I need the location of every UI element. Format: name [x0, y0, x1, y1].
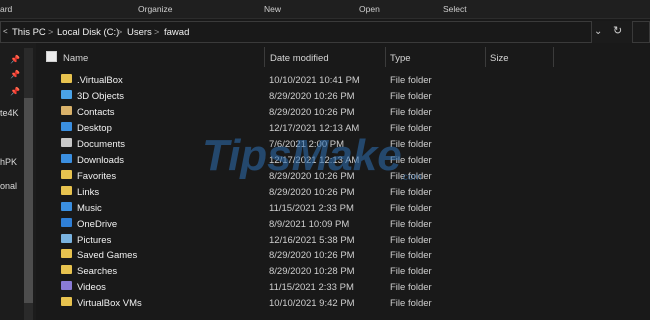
- file-date-modified: 8/29/2020 10:26 PM: [269, 106, 355, 118]
- nav-item-label[interactable]: hPK: [0, 157, 17, 167]
- file-date-modified: 8/29/2020 10:28 PM: [269, 266, 355, 278]
- videos-icon: [61, 281, 72, 291]
- file-name: Pictures: [77, 234, 112, 246]
- file-date-modified: 12/16/2021 5:38 PM: [269, 234, 355, 246]
- ribbon-item-new[interactable]: New: [264, 4, 281, 14]
- table-row[interactable]: VirtualBox VMs 10/10/2021 9:42 PM File fol…: [36, 295, 650, 311]
- pictures-icon: [61, 233, 72, 243]
- searches-icon: [61, 265, 72, 275]
- column-headers: Name Date modified Type Size: [36, 45, 650, 69]
- file-name: 3D Objects: [77, 90, 124, 102]
- file-date-modified: 10/10/2021 9:42 PM: [269, 298, 355, 310]
- table-row[interactable]: Pictures 12/16/2021 5:38 PM File folder: [36, 232, 650, 248]
- file-name: Links: [77, 186, 100, 198]
- contacts-icon: [61, 105, 72, 115]
- ribbon-item-clipboard[interactable]: ard: [0, 4, 12, 14]
- file-name: Desktop: [77, 122, 112, 134]
- pin-icon[interactable]: 📌: [10, 70, 20, 79]
- table-row[interactable]: Contacts 8/29/2020 10:26 PM File folder: [36, 104, 650, 120]
- file-type: File folder: [390, 218, 432, 230]
- file-date-modified: 10/10/2021 10:41 PM: [269, 75, 360, 86]
- select-all-checkbox[interactable]: [46, 51, 57, 62]
- file-name: VirtualBox VMs: [77, 298, 142, 310]
- file-name: Videos: [77, 282, 106, 294]
- ribbon-item-organize[interactable]: Organize: [138, 4, 173, 14]
- file-date-modified: 11/15/2021 2:33 PM: [269, 282, 354, 294]
- file-type: File folder: [390, 266, 432, 278]
- table-row[interactable]: OneDrive 8/9/2021 10:09 PM File folder: [36, 216, 650, 232]
- table-row[interactable]: Music 11/15/2021 2:33 PM File folder: [36, 200, 650, 216]
- watermark-suffix: .com: [400, 172, 422, 183]
- nav-item-label[interactable]: te4K: [0, 108, 19, 118]
- breadcrumb-fawad[interactable]: fawad: [164, 27, 189, 38]
- file-date-modified: 8/29/2020 10:26 PM: [269, 90, 355, 102]
- pin-icon[interactable]: 📌: [10, 87, 20, 96]
- favorites-icon: [61, 169, 72, 179]
- music-icon: [61, 201, 72, 211]
- file-type: File folder: [390, 75, 432, 86]
- ribbon-bar: ard Organize New Open Select: [0, 0, 650, 19]
- column-header-type[interactable]: Type: [390, 53, 411, 64]
- column-header-name[interactable]: Name: [63, 53, 88, 64]
- column-divider[interactable]: [485, 47, 486, 67]
- column-header-size[interactable]: Size: [490, 53, 508, 64]
- file-type: File folder: [390, 250, 432, 262]
- table-row[interactable]: Videos 11/15/2021 2:33 PM File folder: [36, 279, 650, 295]
- column-divider[interactable]: [264, 47, 265, 67]
- saved-games-icon: [61, 249, 72, 259]
- breadcrumb-local-disk[interactable]: Local Disk (C:): [57, 27, 119, 38]
- folder-icon: [61, 297, 72, 307]
- desktop-icon: [61, 121, 72, 131]
- onedrive-icon: [61, 217, 72, 227]
- ribbon-item-open[interactable]: Open: [359, 4, 380, 14]
- nav-scrollbar-thumb[interactable]: [24, 98, 33, 303]
- documents-icon: [61, 137, 72, 147]
- file-name: OneDrive: [77, 218, 118, 230]
- breadcrumb-separator-icon[interactable]: >: [117, 27, 122, 37]
- file-name: Favorites: [77, 170, 117, 182]
- chevron-down-icon[interactable]: ⌄: [594, 26, 602, 37]
- table-row[interactable]: Saved Games 8/29/2020 10:26 PM File folder: [36, 247, 650, 263]
- table-row[interactable]: Searches 8/29/2020 10:28 PM File folder: [36, 263, 650, 279]
- file-date-modified: 8/9/2021 10:09 PM: [269, 218, 350, 230]
- file-name: Contacts: [77, 106, 115, 118]
- file-date-modified: 11/15/2021 2:33 PM: [269, 202, 354, 214]
- file-name: Searches: [77, 266, 118, 278]
- breadcrumb-this-pc[interactable]: This PC: [12, 27, 46, 38]
- address-bar: < This PC > Local Disk (C:) > Users > fa…: [0, 21, 650, 43]
- breadcrumb[interactable]: < This PC > Local Disk (C:) > Users > fa…: [0, 21, 592, 43]
- column-divider[interactable]: [385, 47, 386, 67]
- file-type: File folder: [390, 282, 432, 294]
- downloads-icon: [61, 153, 72, 163]
- file-name: Saved Games: [77, 250, 138, 262]
- file-type: File folder: [390, 90, 432, 102]
- breadcrumb-users[interactable]: Users: [127, 27, 152, 38]
- chevron-left-icon[interactable]: <: [3, 27, 8, 36]
- file-name: Downloads: [77, 154, 124, 166]
- column-header-date[interactable]: Date modified: [270, 53, 329, 64]
- refresh-icon[interactable]: ↻: [613, 24, 622, 37]
- pin-icon[interactable]: 📌: [10, 55, 20, 64]
- links-icon: [61, 185, 72, 195]
- file-name: Music: [77, 202, 102, 214]
- file-name: .VirtualBox: [77, 75, 123, 86]
- breadcrumb-separator-icon[interactable]: >: [154, 27, 159, 37]
- table-row[interactable]: 3D Objects 8/29/2020 10:26 PM File folder: [36, 88, 650, 104]
- watermark-text: TipsMake: [202, 131, 402, 180]
- folder-icon: [61, 74, 72, 83]
- breadcrumb-separator-icon[interactable]: >: [48, 27, 53, 37]
- file-type: File folder: [390, 202, 432, 214]
- table-row[interactable]: .VirtualBox 10/10/2021 10:41 PM File folde…: [36, 72, 650, 88]
- column-divider[interactable]: [553, 47, 554, 67]
- 3d-objects-icon: [61, 89, 72, 99]
- file-type: File folder: [390, 298, 432, 310]
- nav-item-label[interactable]: onal: [0, 181, 17, 191]
- ribbon-item-select[interactable]: Select: [443, 4, 467, 14]
- file-type: File folder: [390, 234, 432, 246]
- file-date-modified: 8/29/2020 10:26 PM: [269, 250, 355, 262]
- search-box[interactable]: [632, 21, 650, 43]
- watermark: TipsMake .com: [200, 130, 440, 190]
- file-name: Documents: [77, 138, 126, 150]
- file-type: File folder: [390, 106, 432, 118]
